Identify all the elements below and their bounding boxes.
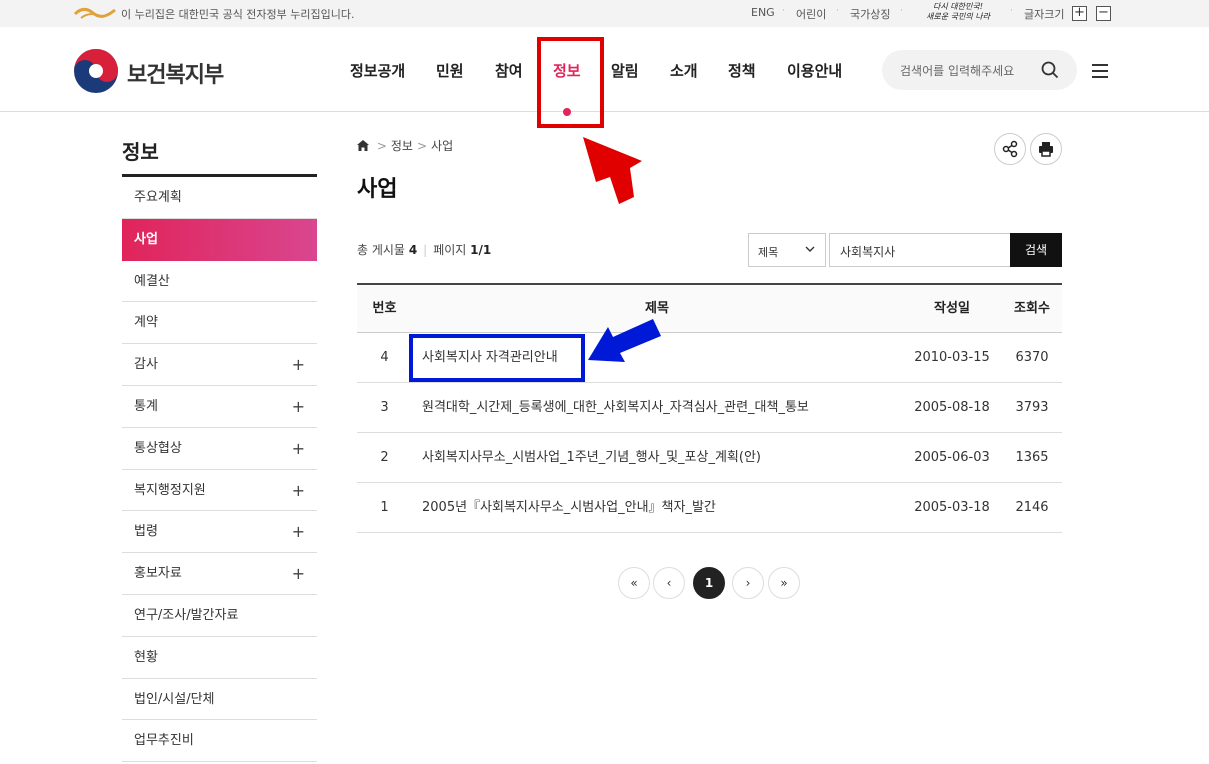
annotation-arrows	[583, 137, 661, 362]
red-arrow-icon	[583, 137, 642, 204]
blue-arrow-icon	[588, 319, 661, 362]
